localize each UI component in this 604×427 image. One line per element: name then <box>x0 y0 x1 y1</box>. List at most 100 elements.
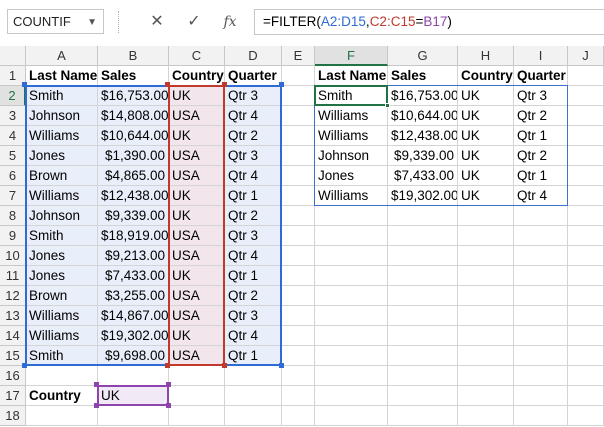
result-cell[interactable]: Qtr 2 <box>514 146 568 166</box>
data-cell[interactable]: $10,644.00 <box>98 126 169 146</box>
range-resize-handle[interactable] <box>166 403 171 408</box>
row-header-16[interactable]: 16 <box>0 366 26 386</box>
column-header-g[interactable]: G <box>388 46 458 66</box>
data-cell[interactable]: USA <box>169 306 225 326</box>
cell[interactable] <box>568 246 604 266</box>
cell[interactable] <box>98 366 169 386</box>
data-cell[interactable]: UK <box>169 266 225 286</box>
cell[interactable] <box>458 206 514 226</box>
result-cell[interactable]: UK <box>458 126 514 146</box>
cell[interactable] <box>514 366 568 386</box>
cell[interactable] <box>388 246 458 266</box>
data-cell[interactable]: $9,213.00 <box>98 246 169 266</box>
data-cell[interactable]: Qtr 3 <box>225 226 282 246</box>
data-cell[interactable]: USA <box>169 106 225 126</box>
data-cell[interactable]: Williams <box>26 326 98 346</box>
cell[interactable] <box>388 306 458 326</box>
cell[interactable] <box>568 206 604 226</box>
row-header-10[interactable]: 10 <box>0 246 26 266</box>
header-cell[interactable]: Country <box>169 66 225 86</box>
criteria-value-cell[interactable]: UK <box>98 386 169 406</box>
column-header-e[interactable]: E <box>282 46 315 66</box>
data-cell[interactable]: Brown <box>26 286 98 306</box>
cell[interactable] <box>388 286 458 306</box>
range-resize-handle[interactable] <box>279 363 284 368</box>
data-cell[interactable]: UK <box>169 186 225 206</box>
result-cell[interactable]: Williams <box>315 126 388 146</box>
cell[interactable] <box>458 246 514 266</box>
result-cell[interactable]: $19,302.00 <box>388 186 458 206</box>
cell[interactable] <box>514 286 568 306</box>
data-cell[interactable]: Smith <box>26 86 98 106</box>
cell[interactable] <box>388 226 458 246</box>
cell[interactable] <box>282 126 315 146</box>
cell[interactable] <box>169 406 225 426</box>
data-cell[interactable]: Qtr 4 <box>225 246 282 266</box>
header-cell[interactable]: Quarter <box>225 66 282 86</box>
row-header-3[interactable]: 3 <box>0 106 26 126</box>
insert-function-icon[interactable]: fx <box>219 9 241 35</box>
header-cell[interactable]: Last Name <box>26 66 98 86</box>
cell[interactable] <box>282 66 315 86</box>
range-resize-handle[interactable] <box>94 382 99 387</box>
data-cell[interactable]: USA <box>169 166 225 186</box>
data-cell[interactable]: Williams <box>26 186 98 206</box>
result-cell[interactable]: $7,433.00 <box>388 166 458 186</box>
cell[interactable] <box>282 226 315 246</box>
data-cell[interactable]: UK <box>169 206 225 226</box>
cell[interactable] <box>282 366 315 386</box>
chevron-down-icon[interactable]: ▼ <box>87 11 97 34</box>
data-cell[interactable]: Jones <box>26 266 98 286</box>
cell[interactable] <box>315 206 388 226</box>
row-header-11[interactable]: 11 <box>0 266 26 286</box>
cell[interactable] <box>225 386 282 406</box>
cell[interactable] <box>458 386 514 406</box>
cell[interactable] <box>26 366 98 386</box>
result-cell[interactable]: UK <box>458 186 514 206</box>
cell[interactable] <box>458 306 514 326</box>
column-header-d[interactable]: D <box>225 46 282 66</box>
cell[interactable] <box>388 386 458 406</box>
result-header-cell[interactable]: Quarter <box>514 66 568 86</box>
cell[interactable] <box>282 246 315 266</box>
cell[interactable] <box>458 286 514 306</box>
cell[interactable] <box>98 406 169 426</box>
data-cell[interactable]: UK <box>169 126 225 146</box>
cell[interactable] <box>282 146 315 166</box>
result-cell[interactable]: Qtr 1 <box>514 126 568 146</box>
data-cell[interactable]: USA <box>169 246 225 266</box>
data-cell[interactable]: $14,808.00 <box>98 106 169 126</box>
data-cell[interactable]: USA <box>169 146 225 166</box>
result-cell[interactable]: $12,438.00 <box>388 126 458 146</box>
data-cell[interactable]: USA <box>169 226 225 246</box>
data-cell[interactable]: Jones <box>26 246 98 266</box>
row-header-8[interactable]: 8 <box>0 206 26 226</box>
enter-icon[interactable]: ✓ <box>183 9 205 35</box>
cell[interactable] <box>225 406 282 426</box>
cell[interactable] <box>568 406 604 426</box>
data-cell[interactable]: USA <box>169 286 225 306</box>
cell[interactable] <box>315 306 388 326</box>
data-cell[interactable]: $16,753.00 <box>98 86 169 106</box>
cell[interactable] <box>568 146 604 166</box>
cell[interactable] <box>458 226 514 246</box>
criteria-label[interactable]: Country <box>26 386 98 406</box>
cell[interactable] <box>514 266 568 286</box>
cell[interactable] <box>514 206 568 226</box>
result-cell[interactable]: UK <box>458 166 514 186</box>
cell[interactable] <box>315 266 388 286</box>
cell[interactable] <box>568 86 604 106</box>
cell[interactable] <box>169 386 225 406</box>
cell[interactable] <box>568 266 604 286</box>
result-header-cell[interactable]: Country <box>458 66 514 86</box>
data-cell[interactable]: Qtr 3 <box>225 86 282 106</box>
result-cell[interactable]: UK <box>458 106 514 126</box>
range-resize-handle[interactable] <box>94 403 99 408</box>
data-cell[interactable]: Johnson <box>26 106 98 126</box>
result-cell[interactable]: Johnson <box>315 146 388 166</box>
row-header-13[interactable]: 13 <box>0 306 26 326</box>
data-cell[interactable]: Qtr 2 <box>225 206 282 226</box>
cell[interactable] <box>568 126 604 146</box>
data-cell[interactable]: Qtr 4 <box>225 106 282 126</box>
header-cell[interactable]: Sales <box>98 66 169 86</box>
